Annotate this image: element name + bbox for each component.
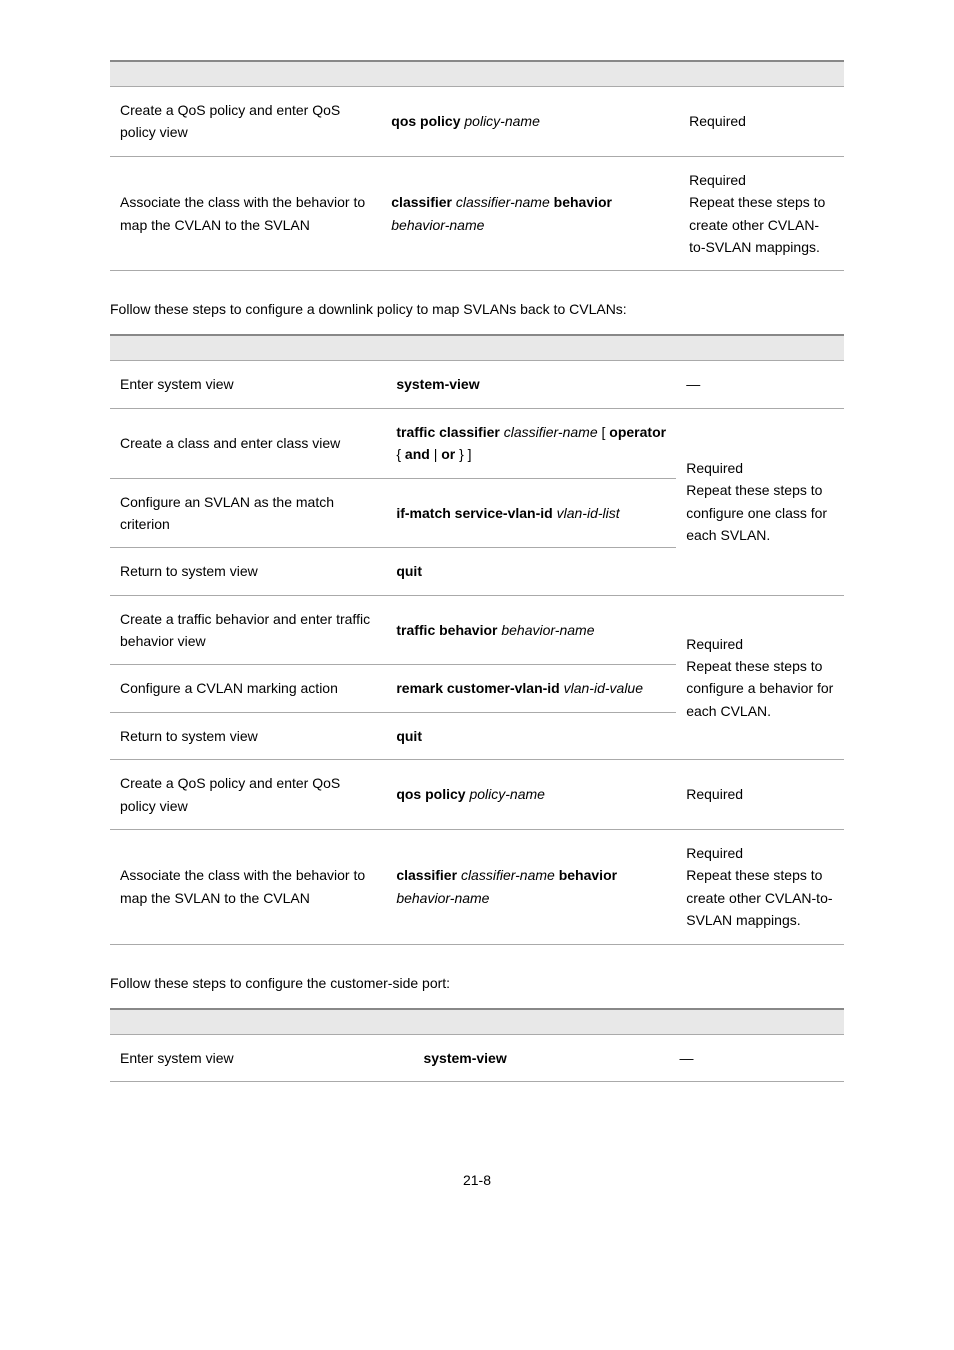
page-number: 21-8 [110,1172,844,1188]
cell-desc: Return to system view [110,712,386,759]
cell-desc: Associate the class with the behavior to… [110,156,381,271]
cell-remark: Required Repeat these steps to create ot… [676,830,844,945]
cell-desc: Create a class and enter class view [110,408,386,478]
col-header-remarks [679,61,844,87]
cell-cmd: quit [386,548,676,595]
cell-desc: Associate the class with the behavior to… [110,830,386,945]
table-row: Associate the class with the behavior to… [110,830,844,945]
cell-desc: Create a QoS policy and enter QoS policy… [110,87,381,157]
cell-cmd: system-view [386,361,676,408]
cell-desc: Configure a CVLAN marking action [110,665,386,712]
table-uplink-continued: Create a QoS policy and enter QoS policy… [110,60,844,271]
paragraph-customer-port: Follow these steps to configure the cust… [110,973,844,994]
cell-desc: Configure an SVLAN as the match criterio… [110,478,386,548]
table-row: Associate the class with the behavior to… [110,156,844,271]
table-row: Enter system view system-view — [110,1034,844,1081]
col-header-cmd [381,61,679,87]
cell-remark: Required [676,760,844,830]
cell-desc: Create a traffic behavior and enter traf… [110,595,386,665]
cell-cmd: classifier classifier-name behavior beha… [381,156,679,271]
cell-remark: — [669,1034,844,1081]
cell-cmd: qos policy policy-name [386,760,676,830]
header-row [110,1009,844,1035]
col-header-todo [110,61,381,87]
table-row: Create a traffic behavior and enter traf… [110,595,844,665]
cell-desc: Create a QoS policy and enter QoS policy… [110,760,386,830]
table-customer-port: Enter system view system-view — [110,1008,844,1082]
cell-cmd: classifier classifier-name behavior beha… [386,830,676,945]
col-header-todo [110,1009,413,1035]
cell-remark: — [676,361,844,408]
table-row [110,61,844,87]
col-header-cmd [386,335,676,361]
cell-cmd: if-match service-vlan-id vlan-id-list [386,478,676,548]
cell-remark: Required Repeat these steps to create ot… [679,156,844,271]
table-row: Create a QoS policy and enter QoS policy… [110,760,844,830]
table-row: Create a QoS policy and enter QoS policy… [110,87,844,157]
cell-desc: Return to system view [110,548,386,595]
cell-desc: Enter system view [110,1034,413,1081]
cell-remark: Required Repeat these steps to configure… [676,595,844,760]
table-row: Create a class and enter class view traf… [110,408,844,478]
col-header-remarks [669,1009,844,1035]
table-downlink: Enter system view system-view — Create a… [110,334,844,944]
paragraph-downlink: Follow these steps to configure a downli… [110,299,844,320]
col-header-todo [110,335,386,361]
page: Create a QoS policy and enter QoS policy… [0,0,954,1228]
cell-cmd: remark customer-vlan-id vlan-id-value [386,665,676,712]
cell-cmd: quit [386,712,676,759]
cell-remark: Required Repeat these steps to configure… [676,408,844,595]
table-row: Enter system view system-view — [110,361,844,408]
cell-cmd: traffic behavior behavior-name [386,595,676,665]
cell-cmd: traffic classifier classifier-name [ ope… [386,408,676,478]
cell-desc: Enter system view [110,361,386,408]
cell-cmd: system-view [413,1034,669,1081]
cell-remark: Required [679,87,844,157]
header-row [110,335,844,361]
cell-cmd: qos policy policy-name [381,87,679,157]
col-header-remarks [676,335,844,361]
col-header-cmd [413,1009,669,1035]
